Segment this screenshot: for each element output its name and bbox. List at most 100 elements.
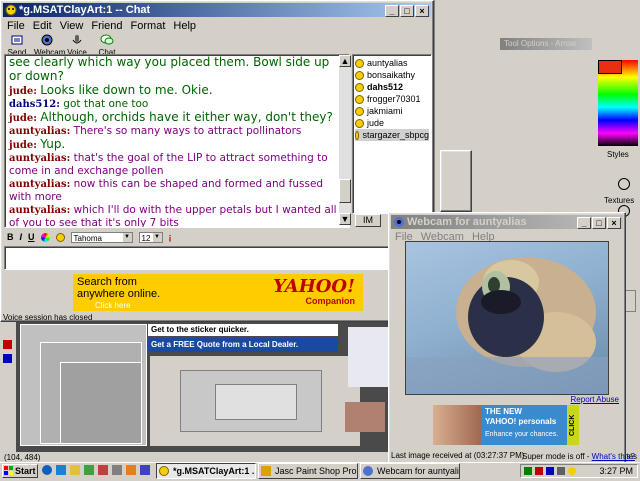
chevron-down-icon[interactable]: ▼ bbox=[122, 232, 132, 242]
font-select[interactable]: Tahoma ▼ bbox=[70, 231, 133, 243]
ie-icon[interactable] bbox=[42, 465, 52, 475]
webcam-title-bar[interactable]: Webcam for auntyalias _ □ × bbox=[391, 215, 623, 229]
clock[interactable]: 3:27 PM bbox=[599, 466, 637, 476]
outlook-icon[interactable] bbox=[70, 465, 80, 475]
user-name: stargazer_sbpcg bbox=[362, 130, 429, 140]
menu-edit[interactable]: Edit bbox=[33, 18, 52, 34]
scroll-down-arrow[interactable]: ▼ bbox=[339, 213, 351, 225]
maximize-button[interactable]: □ bbox=[400, 5, 414, 17]
message-nick[interactable]: auntyalias: bbox=[9, 153, 70, 164]
chevron-down-icon[interactable]: ▼ bbox=[152, 232, 162, 242]
close-button[interactable]: × bbox=[607, 217, 621, 229]
desktop-icon[interactable] bbox=[56, 465, 66, 475]
close-button[interactable]: × bbox=[415, 5, 429, 17]
capture-nested-screens bbox=[215, 384, 297, 420]
im-button[interactable]: IM bbox=[355, 214, 381, 227]
capture-tool-icon bbox=[3, 340, 12, 349]
color-icon[interactable] bbox=[40, 232, 50, 242]
webcam-caption-buttons: _ □ × bbox=[576, 217, 621, 229]
chat-lines: see clearly which way you placed them. B… bbox=[5, 55, 349, 228]
psp-tool-options-title: Tool Options - Arrow bbox=[500, 38, 592, 50]
task-webcam[interactable]: Webcam for auntyalias bbox=[360, 463, 460, 479]
tray-icon[interactable] bbox=[546, 467, 554, 475]
minimize-button[interactable]: _ bbox=[577, 217, 591, 229]
user-name: bonsaikathy bbox=[367, 70, 416, 80]
scroll-up-arrow[interactable]: ▲ bbox=[339, 55, 351, 67]
message-nick[interactable]: jude: bbox=[9, 140, 37, 151]
capture-quote-ad: Get a FREE Quote from a Local Dealer. bbox=[148, 338, 338, 352]
task-chat[interactable]: *g.MSATClayArt:1 ... bbox=[156, 463, 256, 479]
chat-title-bar[interactable]: *g.MSATClayArt:1 -- Chat _ □ × bbox=[3, 3, 431, 17]
message-nick[interactable]: jude: bbox=[9, 86, 37, 97]
maximize-button[interactable]: □ bbox=[592, 217, 606, 229]
tray-icon[interactable] bbox=[568, 467, 576, 475]
message-text: Yup. bbox=[40, 137, 66, 151]
user-name: jude bbox=[367, 118, 385, 128]
app-icon[interactable] bbox=[84, 465, 94, 475]
psp-textures-label: Textures bbox=[604, 196, 635, 205]
app-icon[interactable] bbox=[126, 465, 136, 475]
message-nick[interactable]: auntyalias: bbox=[9, 126, 70, 137]
ad-click[interactable]: CLICK bbox=[567, 405, 579, 445]
yahoo-companion-ad[interactable]: Search from anywhere online. Click here … bbox=[73, 274, 363, 311]
size-select-value: 12 bbox=[141, 233, 151, 243]
capture-tool-icon bbox=[3, 354, 12, 363]
message-text: Looks like down to me. Okie. bbox=[40, 83, 213, 97]
bold-button[interactable]: B bbox=[4, 232, 14, 242]
ad-link[interactable]: Click here bbox=[95, 301, 131, 310]
user-list-item[interactable]: bonsaikathy bbox=[355, 69, 429, 81]
menu-view[interactable]: View bbox=[60, 18, 84, 34]
capture-window bbox=[60, 362, 142, 444]
menu-help[interactable]: Help bbox=[173, 18, 196, 34]
task-chat-label: *g.MSATClayArt:1 ... bbox=[173, 466, 256, 476]
alert-icon[interactable]: ¡ bbox=[169, 232, 172, 242]
user-list-item[interactable]: stargazer_sbpcg bbox=[355, 129, 429, 141]
chat-message: jude: Looks like down to me. Okie. bbox=[9, 84, 345, 98]
webcam-title: Webcam for auntyalias bbox=[407, 216, 527, 228]
report-abuse-link[interactable]: Report Abuse bbox=[571, 395, 619, 404]
menu-format[interactable]: Format bbox=[131, 18, 166, 34]
app-icon[interactable] bbox=[112, 465, 122, 475]
app-icon[interactable] bbox=[98, 465, 108, 475]
tray-icon[interactable] bbox=[535, 467, 543, 475]
online-icon bbox=[355, 82, 364, 92]
emoticon-icon[interactable] bbox=[55, 232, 65, 242]
user-list-item[interactable]: auntyalias bbox=[355, 57, 429, 69]
app-icon[interactable] bbox=[140, 465, 150, 475]
chat-scrollbar[interactable]: ▲ ▼ bbox=[339, 55, 351, 225]
tray-icon[interactable] bbox=[524, 467, 532, 475]
volume-icon[interactable] bbox=[557, 467, 565, 475]
chat-message: see clearly which way you placed them. B… bbox=[9, 56, 345, 84]
user-list-item[interactable]: dahs512 bbox=[355, 81, 429, 93]
ad-brand: YAHOO! personals bbox=[485, 417, 557, 426]
scroll-thumb[interactable] bbox=[339, 179, 351, 203]
menu-friend[interactable]: Friend bbox=[91, 18, 122, 34]
message-input[interactable] bbox=[4, 246, 432, 270]
super-mode-status: Super mode is off - What's this? bbox=[522, 452, 635, 462]
user-list[interactable]: auntyalias bonsaikathy dahs512 frogger70… bbox=[352, 54, 432, 214]
user-list-item[interactable]: jude bbox=[355, 117, 429, 129]
whats-this-link[interactable]: What's this? bbox=[592, 452, 635, 461]
start-button[interactable]: Start bbox=[2, 464, 38, 478]
chat-menubar: File Edit View Friend Format Help bbox=[3, 18, 431, 34]
ad-line1: Search from bbox=[77, 276, 137, 288]
message-nick[interactable]: auntyalias: bbox=[9, 179, 70, 190]
minimize-button[interactable]: _ bbox=[385, 5, 399, 17]
yahoo-personals-ad[interactable]: THE NEW YAHOO! personals Enhance your ch… bbox=[433, 405, 579, 445]
message-nick[interactable]: auntyalias: bbox=[9, 205, 70, 216]
user-list-item[interactable]: jakmiami bbox=[355, 105, 429, 117]
size-select[interactable]: 12 ▼ bbox=[138, 231, 163, 243]
message-nick[interactable]: jude: bbox=[9, 113, 37, 124]
message-nick[interactable]: dahs512: bbox=[9, 99, 60, 110]
psp-color-swatch-red[interactable] bbox=[598, 60, 622, 74]
underline-button[interactable]: U bbox=[28, 232, 35, 242]
menu-file[interactable]: File bbox=[7, 18, 25, 34]
no-texture-icon[interactable] bbox=[618, 178, 630, 190]
start-label: Start bbox=[15, 466, 36, 476]
task-paint-shop-pro[interactable]: Jasc Paint Shop Pro - Ima... bbox=[258, 463, 358, 479]
italic-button[interactable]: I bbox=[20, 232, 23, 242]
chat-transcript[interactable]: see clearly which way you placed them. B… bbox=[4, 54, 350, 228]
webcam-window-icon bbox=[393, 216, 405, 228]
ad-line1: THE NEW bbox=[485, 407, 522, 416]
user-list-item[interactable]: frogger70301 bbox=[355, 93, 429, 105]
